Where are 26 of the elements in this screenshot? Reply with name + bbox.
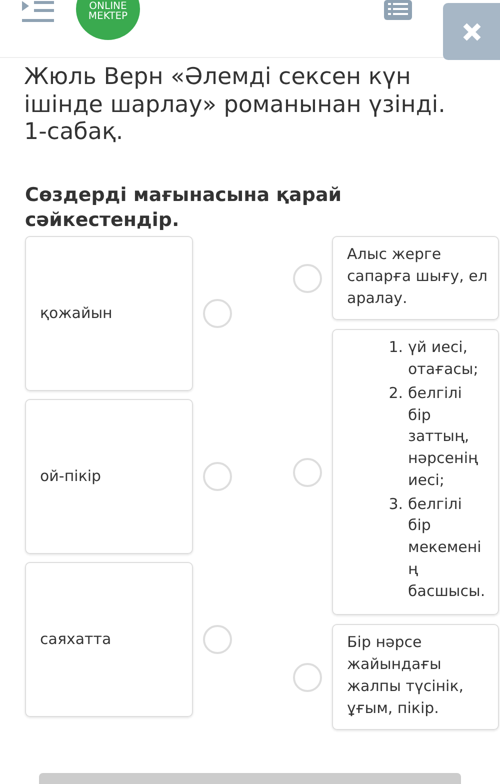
list-icon[interactable] [384,0,412,20]
definition-card[interactable]: Бір нәрсе жайындағы жалпы түсінік, ұғым, пікір. [332,624,499,730]
connector-dot[interactable] [203,625,232,654]
logo-text: MEKTEP [88,12,128,22]
list-item-text: белгілі бір заттың, нәрсенің иесі; [408,382,479,491]
list-number: 3. [388,494,403,515]
word-card[interactable]: қожайын [25,236,193,392]
lesson-title: Жюль Верн «Әлемді сексен күн ішінде шарлау» романынан үзінді. 1-сабақ. [24,64,446,147]
connector-dot[interactable] [203,462,232,492]
close-button[interactable] [443,3,500,60]
connector-dot[interactable] [293,662,322,692]
logo-text: ONLINE [89,2,127,12]
connector-dot[interactable] [293,458,322,487]
menu-icon[interactable] [20,0,56,24]
connector-dot[interactable] [293,264,322,293]
connector-dot[interactable] [203,299,232,328]
word-card[interactable]: саяхатта [25,562,193,718]
word-card[interactable]: ой-пікір [25,399,193,554]
definition-card[interactable]: 1. үй иесі, отағасы; 2. белгілі бір заттың, нәрсенің иесі; 3. белгілі бір мекемені ң басшысы. [332,329,499,616]
list-item-text: белгілі бір мекемені ң басшысы. [408,494,486,602]
close-icon [462,22,482,42]
definition-card[interactable]: Алыс жерге сапарға шығу, ел аралау. [332,236,499,320]
task-instruction: Сөздерді мағынасына қарай сәйкестендір. [25,182,343,234]
list-number: 2. [388,382,403,404]
list-number: 1. [388,337,403,358]
list-item-text: үй иесі, отағасы; [408,337,480,380]
